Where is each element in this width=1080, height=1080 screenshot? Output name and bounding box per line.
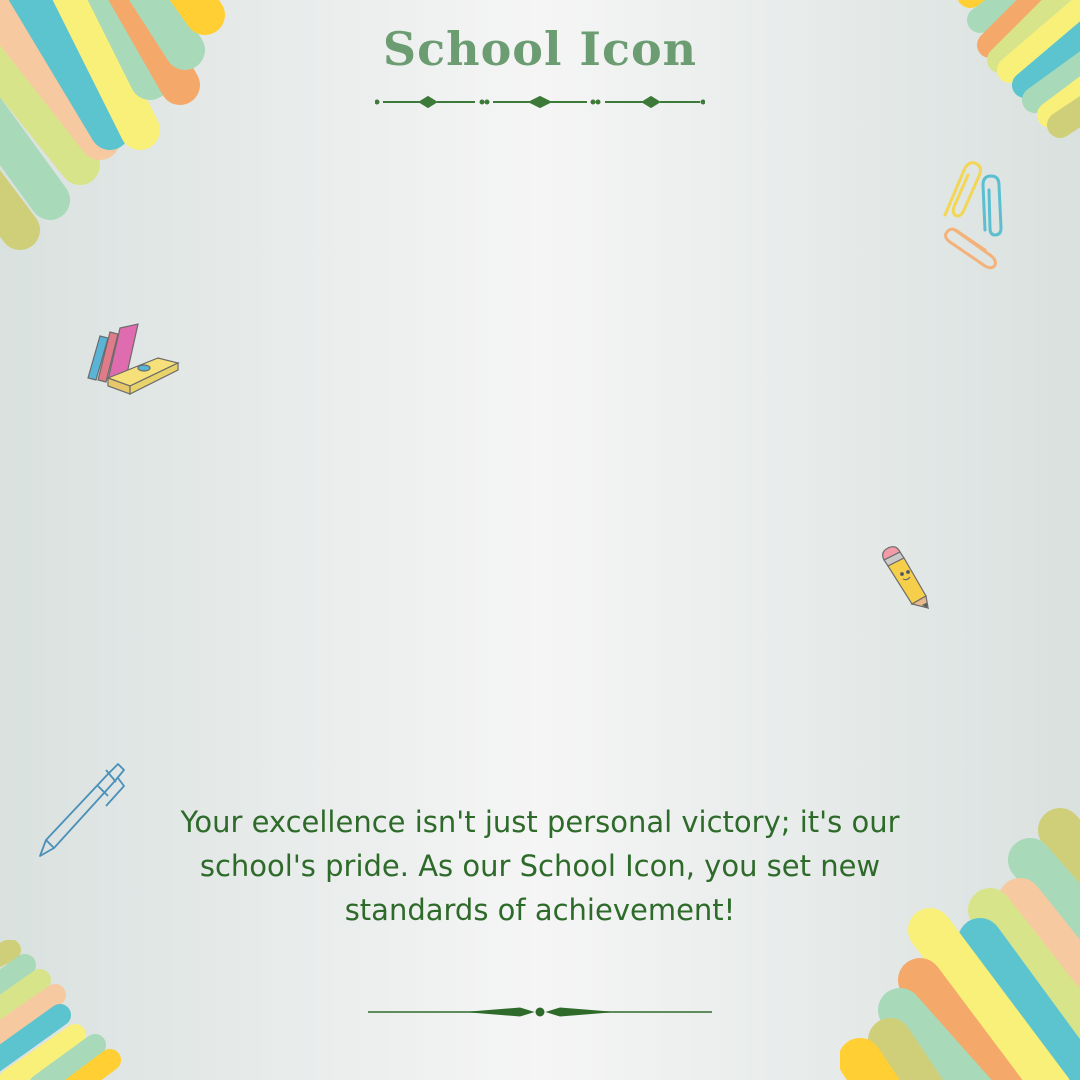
poster-canvas: School Icon Your excellence isn't just p… — [0, 0, 1080, 1080]
stripes-bottom-left-decoration — [0, 940, 121, 1080]
books-icon — [87, 323, 180, 395]
pencil-icon — [882, 546, 929, 610]
bottom-ornament-divider — [368, 1007, 712, 1017]
paper-clips-icon — [943, 161, 1003, 270]
message-text: Your excellence isn't just personal vict… — [180, 805, 900, 927]
pen-icon — [39, 763, 125, 857]
title-ornament-divider — [375, 95, 705, 109]
page-title: School Icon — [382, 22, 698, 76]
